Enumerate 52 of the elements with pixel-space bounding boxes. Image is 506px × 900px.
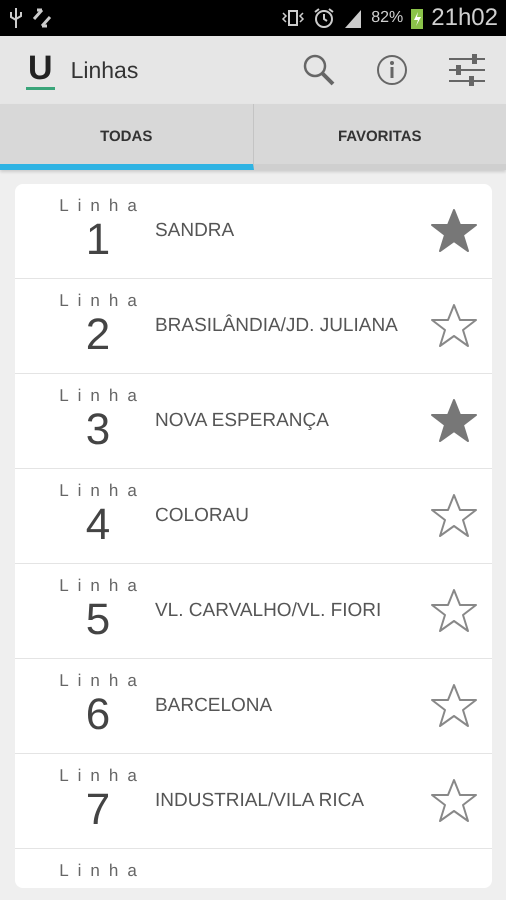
line-name: BARCELONA	[155, 695, 274, 717]
line-number: 6	[86, 691, 110, 739]
signal-icon	[343, 8, 364, 28]
line-number: 3	[86, 406, 110, 454]
line-number: 7	[86, 786, 110, 834]
search-button[interactable]	[302, 53, 336, 87]
sync-icon	[32, 7, 52, 29]
screen-title: Linhas	[70, 56, 138, 84]
line-label: Linha	[59, 861, 146, 881]
usb-icon	[8, 7, 24, 29]
battery-icon	[411, 7, 424, 29]
line-row[interactable]: Linha 6 BARCELONA	[15, 659, 492, 754]
line-name: VL. CARVALHO/VL. FIORI	[155, 600, 382, 622]
line-row[interactable]: Linha 2 BRASILÂNDIA/JD. JULIANA	[15, 279, 492, 374]
line-row[interactable]: Linha 4 COLORAU	[15, 469, 492, 564]
battery-percent: 82%	[371, 9, 404, 27]
line-label: Linha	[59, 196, 146, 216]
line-label: Linha	[59, 481, 146, 501]
star-icon[interactable]	[430, 303, 478, 349]
line-number: 5	[86, 596, 110, 644]
line-label: Linha	[59, 386, 146, 406]
line-row[interactable]: Linha 5 VL. CARVALHO/VL. FIORI	[15, 564, 492, 659]
alarm-icon	[313, 7, 336, 29]
star-icon[interactable]	[430, 778, 478, 824]
vibrate-icon	[281, 8, 306, 28]
tab[interactable]: TODAS	[0, 104, 254, 170]
line-name: NOVA ESPERANÇA	[155, 410, 330, 432]
line-number: 2	[86, 311, 110, 359]
info-button[interactable]	[376, 54, 408, 86]
line-number: 4	[86, 501, 110, 549]
line-name: SANDRA	[155, 220, 236, 242]
app-logo: U	[26, 50, 55, 90]
star-icon[interactable]	[430, 208, 478, 254]
line-label: Linha	[59, 576, 146, 596]
line-label: Linha	[59, 766, 146, 786]
settings-button[interactable]	[448, 53, 486, 87]
line-label: Linha	[59, 291, 146, 311]
star-icon[interactable]	[430, 683, 478, 729]
line-row[interactable]: Linha 3 NOVA ESPERANÇA	[15, 374, 492, 469]
line-label: Linha	[59, 671, 146, 691]
star-icon[interactable]	[430, 588, 478, 634]
line-row[interactable]: Linha 7 INDUSTRIAL/VILA RICA	[15, 754, 492, 849]
line-number: 1	[86, 216, 110, 264]
line-name: BRASILÂNDIA/JD. JULIANA	[155, 315, 399, 337]
clock: 21h02	[431, 4, 498, 32]
line-name: COLORAU	[155, 505, 250, 527]
line-name: INDUSTRIAL/VILA RICA	[155, 790, 366, 812]
tab[interactable]: FAVORITAS	[254, 104, 506, 170]
line-row[interactable]: Linha	[15, 849, 492, 888]
star-icon[interactable]	[430, 398, 478, 444]
line-row[interactable]: Linha 1 SANDRA	[15, 184, 492, 279]
star-icon[interactable]	[430, 493, 478, 539]
